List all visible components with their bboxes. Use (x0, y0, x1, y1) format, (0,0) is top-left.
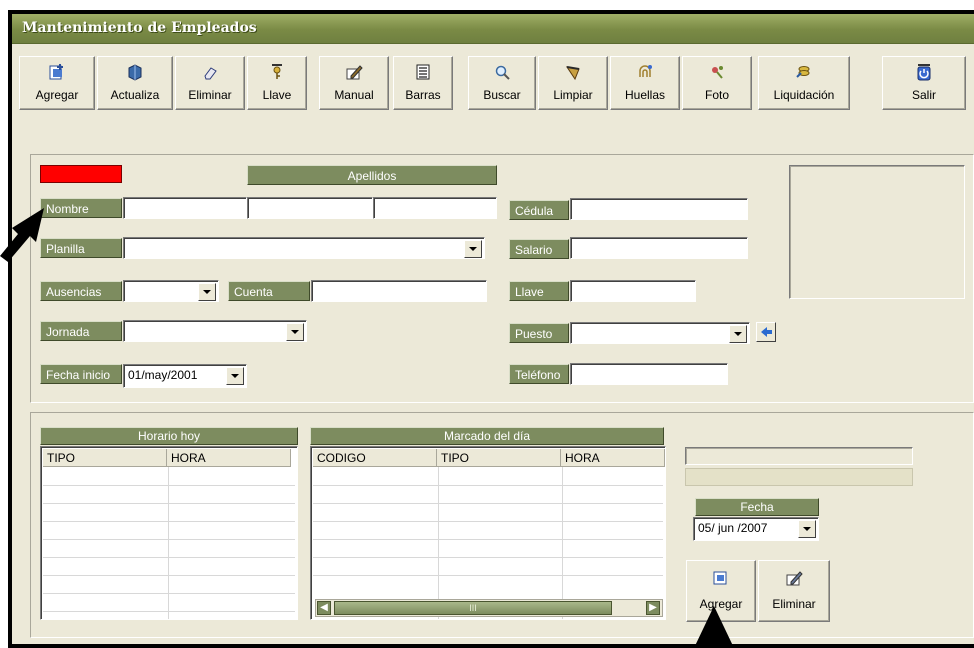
date-picker[interactable]: 05/ jun /2007 (693, 517, 819, 541)
manual-button-label: Manual (334, 88, 374, 102)
column-header-type[interactable]: TIPO (43, 449, 167, 467)
chevron-down-icon[interactable] (226, 367, 244, 385)
day-clockings-title: Marcado del día (310, 427, 664, 445)
work-schedule-select[interactable] (123, 320, 307, 342)
photo-button-label: Foto (704, 88, 729, 102)
chevron-down-icon[interactable] (464, 240, 482, 258)
barcode-button[interactable]: Barras (393, 56, 453, 110)
phone-label: Teléfono (509, 364, 569, 384)
delete-clocking-button[interactable]: Eliminar (758, 560, 830, 622)
settlement-button[interactable]: Liquidación (758, 56, 850, 110)
chevron-down-icon[interactable] (798, 520, 816, 538)
chevron-down-icon[interactable] (198, 283, 216, 301)
column-header-time[interactable]: HORA (167, 449, 291, 467)
info-display-2 (685, 468, 913, 486)
annotation-arrow-icon (694, 606, 734, 648)
key-button[interactable]: Llave (247, 56, 307, 110)
account-field[interactable] (311, 280, 487, 302)
surnames-label: Apellidos (247, 165, 497, 185)
work-schedule-label: Jornada (40, 321, 122, 341)
edit-icon (786, 571, 803, 586)
position-select[interactable] (570, 322, 750, 344)
key-field[interactable] (570, 280, 696, 302)
salary-field[interactable] (570, 237, 748, 259)
start-date-label: Fecha inicio (40, 364, 122, 384)
account-label: Cuenta (228, 281, 310, 301)
add-record-icon (49, 64, 63, 80)
schedule-today-title: Horario hoy (40, 427, 298, 445)
day-clockings-table: CODIGO TIPO HORA ◀ III ▶ (310, 446, 666, 620)
search-icon (495, 65, 510, 80)
salary-label: Salario (509, 239, 569, 259)
search-button[interactable]: Buscar (468, 56, 536, 110)
photo-icon (712, 66, 723, 79)
key-icon (272, 64, 282, 79)
edit-icon (346, 65, 363, 80)
position-lookup-button[interactable] (756, 322, 776, 342)
settlement-icon (796, 66, 810, 78)
chevron-down-icon[interactable] (729, 325, 747, 343)
date-value: 05/ jun /2007 (698, 521, 768, 535)
column-header-time[interactable]: HORA (561, 449, 665, 467)
barcode-button-label: Barras (405, 88, 441, 102)
clear-button-label: Limpiar (553, 88, 593, 102)
payroll-select[interactable] (123, 237, 485, 259)
eraser-icon (204, 67, 217, 80)
start-date-value: 01/may/2001 (128, 368, 198, 382)
photo-button[interactable]: Foto (682, 56, 752, 110)
scroll-thumb[interactable]: III (334, 601, 612, 615)
phone-field[interactable] (570, 363, 728, 385)
key-label: Llave (509, 281, 569, 301)
clear-button[interactable]: Limpiar (538, 56, 608, 110)
info-display-1 (685, 447, 913, 465)
add-record-icon (713, 571, 727, 585)
clean-icon (565, 66, 580, 81)
arrow-left-icon (761, 327, 772, 337)
schedule-today-table: TIPO HORA (40, 446, 298, 620)
scroll-left-button[interactable]: ◀ (317, 601, 331, 615)
id-number-field[interactable] (570, 198, 748, 220)
exit-icon (917, 64, 931, 81)
update-button[interactable]: Actualiza (97, 56, 173, 110)
manual-button[interactable]: Manual (319, 56, 389, 110)
absences-label: Ausencias (40, 281, 122, 301)
window-title: Mantenimiento de Empleados (22, 20, 257, 36)
horizontal-scrollbar[interactable]: ◀ III ▶ (315, 599, 663, 617)
id-number-label: Cédula (509, 200, 569, 220)
start-date-picker[interactable]: 01/may/2001 (123, 364, 247, 388)
exit-button-label: Salir (911, 88, 936, 102)
first-surname-field[interactable] (247, 197, 373, 219)
chevron-down-icon[interactable] (286, 323, 304, 341)
add-button[interactable]: Agregar (19, 56, 95, 110)
annotation-arrow-icon (0, 208, 44, 262)
second-surname-field[interactable] (373, 197, 497, 219)
name-field[interactable] (123, 197, 247, 219)
key-button-label: Llave (262, 88, 292, 102)
scroll-right-button[interactable]: ▶ (646, 601, 660, 615)
date-label: Fecha (695, 498, 819, 516)
employee-photo-frame (789, 165, 965, 299)
fingerprints-button-label: Huellas (624, 88, 666, 102)
position-label: Puesto (509, 323, 569, 343)
fingerprint-icon (639, 65, 652, 77)
update-icon (128, 64, 142, 81)
add-button-label: Agregar (35, 88, 79, 102)
update-button-label: Actualiza (110, 88, 160, 102)
settlement-button-label: Liquidación (773, 88, 835, 102)
exit-button[interactable]: Salir (882, 56, 966, 110)
delete-button-label: Eliminar (188, 88, 232, 102)
fingerprints-button[interactable]: Huellas (610, 56, 680, 110)
delete-button[interactable]: Eliminar (175, 56, 245, 110)
column-header-code[interactable]: CODIGO (313, 449, 437, 467)
barcode-icon (416, 64, 430, 80)
column-header-type[interactable]: TIPO (437, 449, 561, 467)
search-button-label: Buscar (483, 88, 521, 102)
delete-clocking-label: Eliminar (772, 597, 816, 611)
absences-select[interactable] (123, 280, 219, 302)
status-indicator (40, 165, 122, 183)
